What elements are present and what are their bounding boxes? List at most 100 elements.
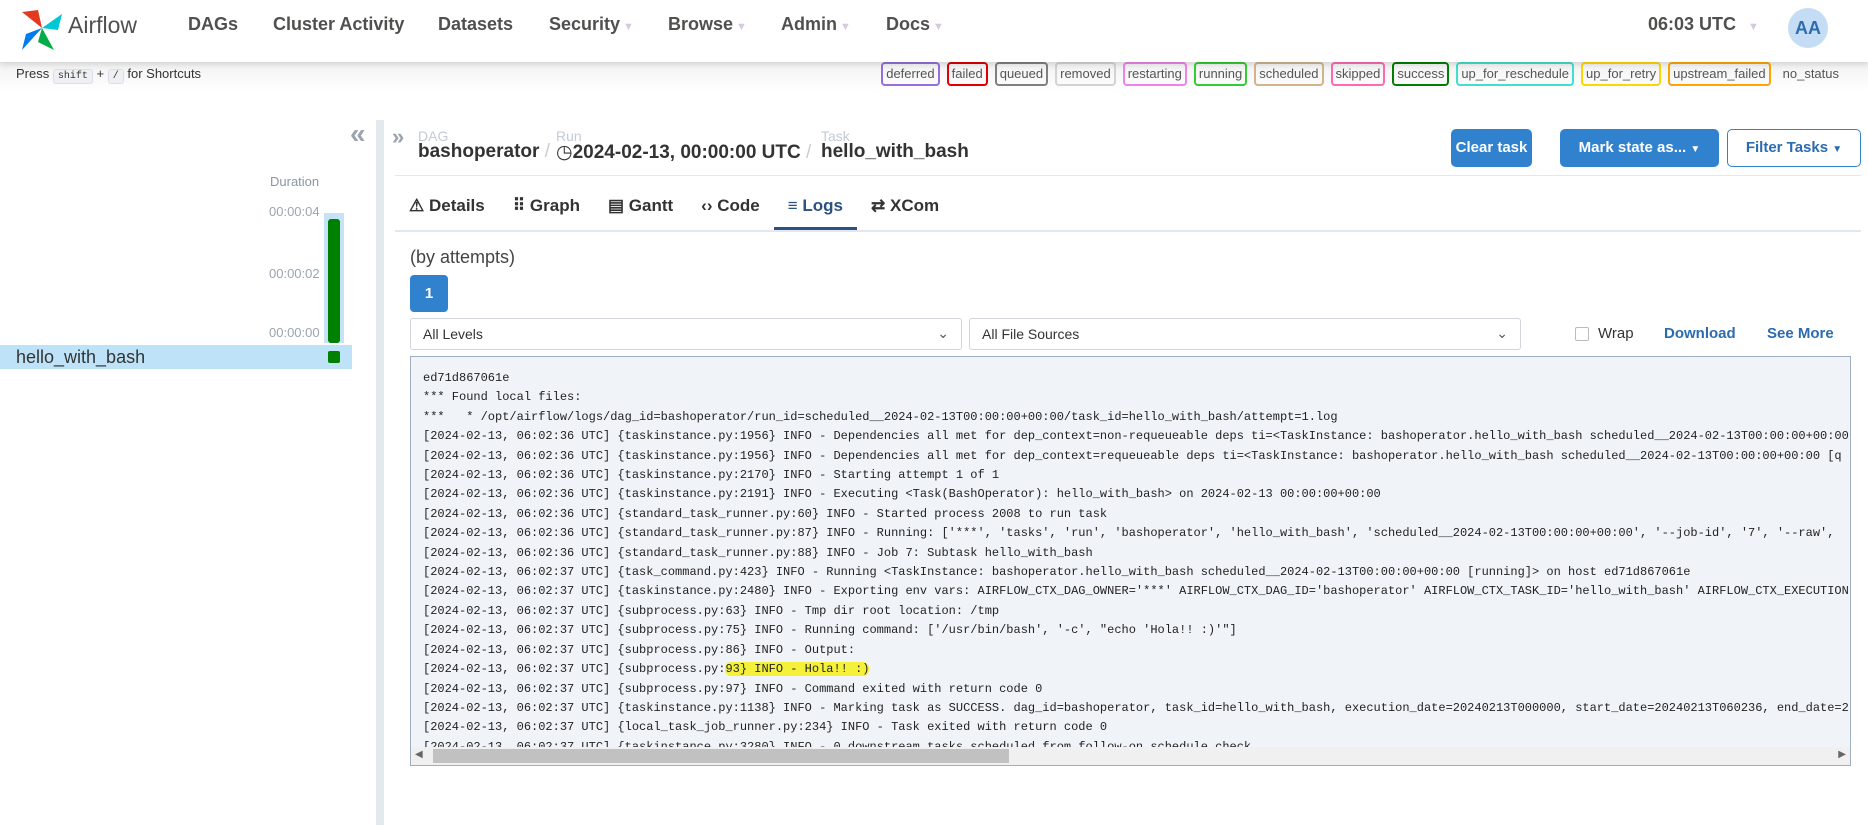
log-line: [2024-02-13, 06:02:37 UTC] {subprocess.p… — [423, 642, 856, 657]
legend-success[interactable]: success — [1392, 62, 1450, 86]
breadcrumb-task[interactable]: hello_with_bash — [821, 141, 969, 163]
log-viewer[interactable]: ed71d867061e *** Found local files: *** * … — [410, 356, 1851, 766]
warning-triangle-icon: ⚠ — [409, 196, 425, 215]
legend-scheduled[interactable]: scheduled — [1254, 62, 1324, 86]
tab-xcom[interactable]: ⇄ XCom — [857, 190, 953, 230]
log-line: [2024-02-13, 06:02:37 UTC] {taskinstance… — [423, 700, 1849, 715]
log-line: [2024-02-13, 06:02:36 UTC] {standard_tas… — [423, 545, 1093, 560]
scroll-right-icon[interactable]: ▶ — [1838, 749, 1846, 760]
task-row[interactable]: hello_with_bash — [0, 345, 352, 369]
caret-down-icon: ▼ — [736, 21, 747, 33]
legend-up-for-reschedule[interactable]: up_for_reschedule — [1456, 62, 1575, 86]
duration-tick: 00:00:00 — [269, 325, 320, 340]
top-navbar: Airflow DAGs Cluster Activity Datasets S… — [0, 0, 1868, 62]
nav-cluster-activity[interactable]: Cluster Activity — [273, 14, 404, 35]
task-name[interactable]: hello_with_bash — [16, 347, 145, 368]
scroll-left-icon[interactable]: ◀ — [415, 749, 423, 760]
legend-no-status[interactable]: no_status — [1778, 62, 1844, 86]
log-line: [2024-02-13, 06:02:36 UTC] {taskinstance… — [423, 468, 1000, 483]
legend-removed[interactable]: removed — [1055, 62, 1116, 86]
airflow-logo-icon[interactable] — [18, 8, 66, 52]
caret-down-icon: ▼ — [1690, 144, 1701, 155]
panel-resize-handle[interactable] — [376, 120, 384, 825]
attempt-1-button[interactable]: 1 — [410, 275, 448, 312]
nav-dags[interactable]: DAGs — [188, 14, 238, 35]
duration-label: Duration — [270, 174, 320, 189]
log-line: [2024-02-13, 06:02:36 UTC] {taskinstance… — [423, 448, 1842, 463]
graph-icon: ⠿ — [512, 196, 526, 215]
log-line-highlighted: [2024-02-13, 06:02:37 UTC] {subprocess.p… — [423, 660, 1850, 679]
tab-graph[interactable]: ⠿ Graph — [499, 190, 594, 230]
log-line: ed71d867061e — [423, 371, 510, 385]
task-instance-status[interactable] — [328, 351, 340, 363]
brand-name[interactable]: Airflow — [68, 12, 137, 39]
breadcrumb-run[interactable]: ◷2024-02-13, 00:00:00 UTC / — [556, 141, 811, 164]
download-link[interactable]: Download — [1664, 325, 1736, 342]
run-duration-bar[interactable] — [328, 219, 340, 343]
caret-down-icon: ▼ — [1748, 21, 1759, 33]
file-source-select[interactable]: All File Sources ⌄ — [969, 318, 1521, 350]
legend-up-for-retry[interactable]: up_for_retry — [1581, 62, 1662, 86]
duration-tick: 00:00:04 — [269, 204, 320, 219]
chevron-down-icon: ⌄ — [937, 325, 949, 341]
log-line: [2024-02-13, 06:02:36 UTC] {taskinstance… — [423, 487, 1381, 502]
clock-icon: ◷ — [556, 142, 573, 163]
log-line: [2024-02-13, 06:02:36 UTC] {taskinstance… — [423, 429, 1849, 444]
nav-docs[interactable]: Docs ▼ — [886, 14, 944, 35]
code-icon: ‹› — [701, 196, 713, 215]
legend-running[interactable]: running — [1193, 62, 1248, 86]
log-line: [2024-02-13, 06:02:37 UTC] {subprocess.p… — [423, 603, 1000, 618]
grid-panel — [0, 92, 376, 825]
caret-down-icon: ▼ — [933, 21, 944, 33]
nav-admin[interactable]: Admin ▼ — [781, 14, 851, 35]
legend-deferred[interactable]: deferred — [881, 62, 940, 86]
log-line: *** Found local files: — [423, 390, 582, 405]
breadcrumb-dag[interactable]: bashoperator / — [418, 141, 550, 163]
chevron-down-icon: ⌄ — [1496, 325, 1508, 341]
log-content: ed71d867061e *** Found local files: *** * … — [411, 357, 1850, 757]
log-level-select[interactable]: All Levels ⌄ — [410, 318, 962, 350]
list-icon: ≡ — [787, 196, 798, 215]
filter-tasks-button[interactable]: Filter Tasks ▼ — [1727, 129, 1861, 167]
horizontal-scrollbar[interactable]: ◀ ▶ — [411, 747, 1850, 765]
caret-down-icon: ▼ — [1832, 144, 1843, 155]
collapse-grid-icon[interactable]: « — [350, 118, 366, 150]
duration-tick: 00:00:02 — [269, 266, 320, 281]
nav-datasets[interactable]: Datasets — [438, 14, 513, 35]
legend-restarting[interactable]: restarting — [1122, 62, 1187, 86]
clear-task-button[interactable]: Clear task — [1451, 129, 1532, 167]
legend-skipped[interactable]: skipped — [1330, 62, 1386, 86]
log-line: [2024-02-13, 06:02:37 UTC] {taskinstance… — [423, 584, 1849, 599]
user-avatar[interactable]: AA — [1788, 8, 1828, 48]
wrap-checkbox[interactable] — [1575, 327, 1589, 341]
legend-queued[interactable]: queued — [994, 62, 1049, 86]
log-line: *** * /opt/airflow/logs/dag_id=bashopera… — [423, 409, 1338, 424]
mark-state-button[interactable]: Mark state as... ▼ — [1560, 129, 1719, 167]
gantt-icon: ▤ — [607, 196, 625, 215]
nav-security[interactable]: Security ▼ — [549, 14, 634, 35]
legend-upstream-failed[interactable]: upstream_failed — [1668, 62, 1771, 86]
tab-details[interactable]: ⚠ Details — [395, 190, 499, 230]
wrap-label[interactable]: Wrap — [1598, 325, 1634, 342]
legend-failed[interactable]: failed — [946, 62, 988, 86]
log-line: [2024-02-13, 06:02:37 UTC] {subprocess.p… — [423, 623, 1237, 638]
task-tabs: ⚠ Details ⠿ Graph ▤ Gantt ‹› Code ≡ Logs… — [395, 190, 953, 230]
shortcuts-hint: Press shift + / for Shortcuts — [16, 66, 202, 84]
tab-gantt[interactable]: ▤ Gantt — [594, 190, 687, 230]
attempts-label: (by attempts) — [410, 247, 516, 267]
see-more-link[interactable]: See More — [1767, 325, 1834, 342]
expand-icon[interactable]: » — [392, 124, 404, 150]
log-line: [2024-02-13, 06:02:36 UTC] {standard_tas… — [423, 526, 1835, 541]
log-line-prefix: [2024-02-13, 06:02:37 UTC] {subprocess.p… — [423, 662, 726, 677]
timezone-menu[interactable]: 06:03 UTC ▼ — [1648, 14, 1759, 35]
tab-logs[interactable]: ≡ Logs — [773, 190, 857, 230]
caret-down-icon: ▼ — [623, 21, 634, 33]
nav-browse[interactable]: Browse ▼ — [668, 14, 747, 35]
caret-down-icon: ▼ — [840, 21, 851, 33]
log-line: [2024-02-13, 06:02:37 UTC] {task_command… — [423, 565, 1691, 580]
scrollbar-thumb[interactable] — [433, 749, 1009, 763]
tab-code[interactable]: ‹› Code — [687, 190, 774, 230]
highlighted-output: 93} INFO - Hola!! :) — [725, 662, 870, 677]
log-line: [2024-02-13, 06:02:37 UTC] {subprocess.p… — [423, 681, 1043, 696]
state-legend: deferred failed queued removed restarting run… — [881, 62, 1844, 86]
